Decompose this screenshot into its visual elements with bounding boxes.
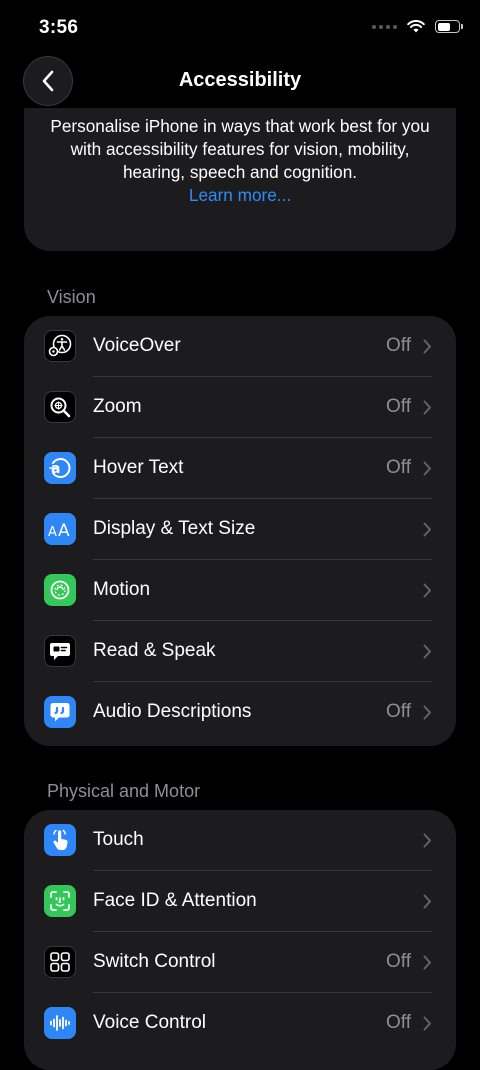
list-item-read-speak[interactable]: Read & Speak [24, 621, 456, 682]
list-item-touch[interactable]: Touch [24, 810, 456, 871]
svg-text:A: A [48, 525, 57, 539]
chevron-right-icon [423, 400, 431, 415]
section-header-vision: Vision [47, 287, 96, 307]
row-value: Off [386, 1012, 411, 1033]
learn-more-link[interactable]: Learn more... [44, 184, 436, 207]
status-icons [372, 20, 463, 33]
voiceover-icon [44, 330, 76, 362]
section-header-physical-motor: Physical and Motor [47, 781, 201, 801]
chevron-right-icon [423, 833, 431, 848]
list-item-zoom[interactable]: Zoom Off [24, 377, 456, 438]
list-item-hover-text[interactable]: a Hover Text Off [24, 438, 456, 499]
audio-descriptions-icon [44, 696, 76, 728]
chevron-right-icon [423, 522, 431, 537]
intro-card: Personalise iPhone in ways that work bes… [24, 108, 456, 251]
list-item-switch-control[interactable]: Switch Control Off [24, 932, 456, 993]
chevron-right-icon [423, 583, 431, 598]
row-label: Zoom [93, 396, 142, 417]
navigation-bar: Accessibility [0, 56, 480, 108]
row-value: Off [386, 701, 411, 722]
svg-text:A: A [58, 521, 70, 539]
chevron-right-icon [423, 461, 431, 476]
battery-icon [435, 20, 463, 33]
physical-motor-list: Touch Face ID & Attention Switch Control… [24, 810, 456, 1070]
chevron-right-icon [423, 644, 431, 659]
display-text-size-icon: A A [44, 513, 76, 545]
row-value: Off [386, 457, 411, 478]
list-item-motion[interactable]: Motion [24, 560, 456, 621]
intro-text: Personalise iPhone in ways that work bes… [50, 116, 430, 182]
svg-text:a: a [51, 461, 60, 477]
list-item-display-text-size[interactable]: A A Display & Text Size [24, 499, 456, 560]
face-id-icon [44, 885, 76, 917]
zoom-icon [44, 391, 76, 423]
list-item-voice-control[interactable]: Voice Control Off [24, 993, 456, 1054]
intro-description: Personalise iPhone in ways that work bes… [44, 115, 436, 207]
wifi-icon [407, 20, 425, 33]
row-value: Off [386, 396, 411, 417]
row-label: Audio Descriptions [93, 701, 252, 722]
touch-icon [44, 824, 76, 856]
row-label: Face ID & Attention [93, 890, 257, 911]
status-time: 3:56 [39, 17, 79, 38]
motion-icon [44, 574, 76, 606]
chevron-right-icon [423, 339, 431, 354]
chevron-right-icon [423, 894, 431, 909]
row-value: Off [386, 335, 411, 356]
cellular-signal-icon [372, 24, 397, 29]
chevron-right-icon [423, 705, 431, 720]
vision-list: VoiceOver Off Zoom Off a Hover Text Off … [24, 316, 456, 746]
list-item-face-id-attention[interactable]: Face ID & Attention [24, 871, 456, 932]
row-label: Motion [93, 579, 151, 600]
row-label: Voice Control [93, 1012, 207, 1033]
list-item-voiceover[interactable]: VoiceOver Off [24, 316, 456, 377]
switch-control-icon [44, 946, 76, 978]
row-label: VoiceOver [93, 335, 181, 356]
row-label: Hover Text [93, 457, 184, 478]
row-label: Display & Text Size [93, 518, 256, 539]
chevron-right-icon [423, 1016, 431, 1031]
status-bar: 3:56 [0, 0, 480, 56]
row-label: Read & Speak [93, 640, 216, 661]
row-value: Off [386, 951, 411, 972]
voice-control-icon [44, 1007, 76, 1039]
hover-text-icon: a [44, 452, 76, 484]
list-item-audio-descriptions[interactable]: Audio Descriptions Off [24, 682, 456, 743]
page-title: Accessibility [178, 69, 302, 91]
row-label: Touch [93, 829, 144, 850]
read-speak-icon [44, 635, 76, 667]
row-label: Switch Control [93, 951, 216, 972]
chevron-right-icon [423, 955, 431, 970]
